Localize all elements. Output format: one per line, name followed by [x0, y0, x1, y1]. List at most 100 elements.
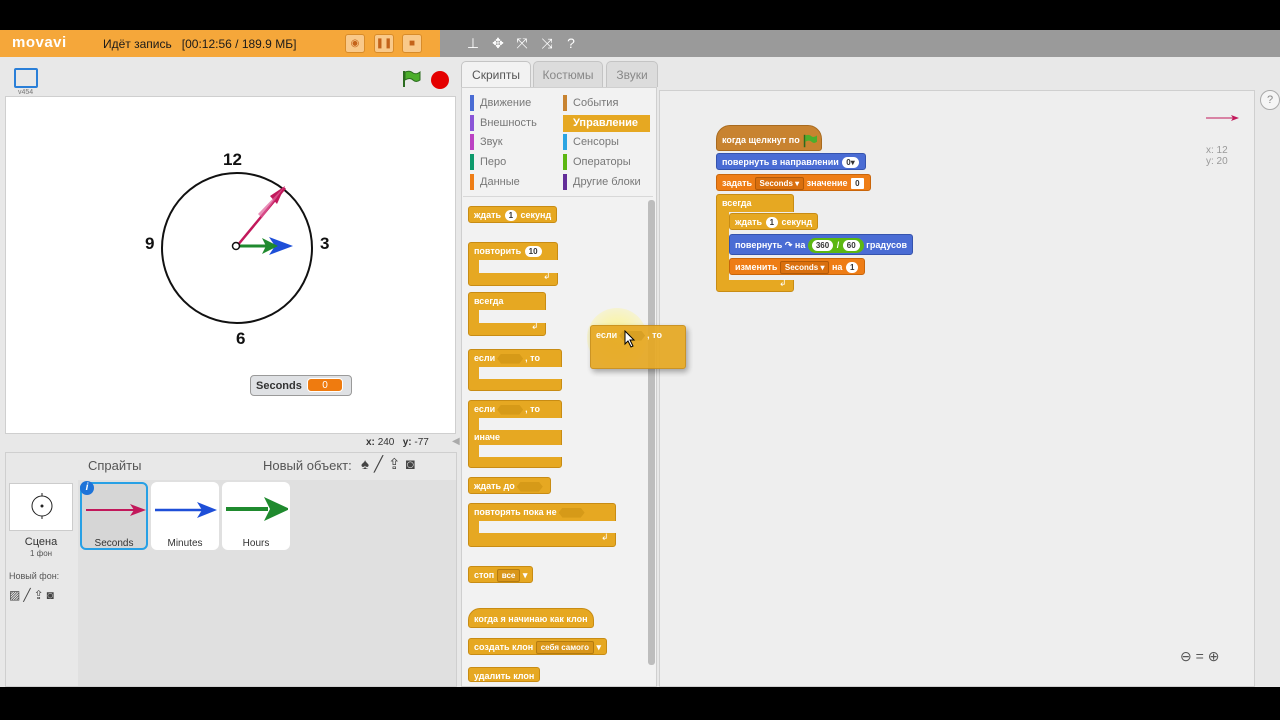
- block-forever[interactable]: всегда ↲: [468, 292, 546, 336]
- green-flag-icon[interactable]: [401, 70, 421, 88]
- clock-number-6: 6: [236, 329, 246, 348]
- category-operators[interactable]: Операторы: [563, 153, 631, 171]
- block-wait[interactable]: ждать 1 секунд: [468, 206, 558, 223]
- divide-operator[interactable]: 360 / 60: [807, 238, 864, 254]
- hours-arrow-icon: [226, 497, 288, 521]
- stop-sign-icon[interactable]: [431, 71, 449, 89]
- category-sound[interactable]: Звук: [470, 133, 503, 151]
- sprite-name: Minutes: [167, 538, 203, 549]
- clock-number-9: 9: [145, 234, 155, 253]
- zoom-out-icon[interactable]: ⊖: [1180, 648, 1192, 664]
- camera-icon: ◉: [350, 38, 360, 49]
- paint-sprite-icon[interactable]: ╱: [374, 456, 388, 473]
- grow-tool-icon[interactable]: ⤧: [513, 34, 531, 52]
- pause-button[interactable]: ❚❚: [374, 34, 394, 53]
- zoom-in-icon[interactable]: ⊕: [1208, 648, 1220, 664]
- category-more-blocks[interactable]: Другие блоки: [563, 173, 641, 191]
- clock-number-3: 3: [320, 234, 330, 253]
- sprite-name: Hours: [242, 538, 270, 549]
- green-flag-icon: [804, 134, 818, 147]
- loop-arrow-icon: ↲: [543, 271, 551, 281]
- new-backdrop-label: Новый фон:: [9, 571, 60, 581]
- clock-thumbnail-icon: [31, 493, 53, 519]
- block-point-in-direction[interactable]: повернуть в направлении 0▾: [716, 153, 866, 170]
- stage-header: [5, 62, 456, 96]
- block-create-clone[interactable]: создать клон себя самого ▾: [468, 638, 608, 655]
- scene-thumbnail[interactable]: [9, 483, 73, 531]
- upload-sprite-icon[interactable]: ⇪: [388, 456, 406, 473]
- category-motion[interactable]: Движение: [470, 94, 531, 112]
- block-repeat[interactable]: повторить 10 ↲: [468, 242, 558, 286]
- paint-backdrop-icon[interactable]: ╱: [23, 588, 33, 602]
- block-wait-script[interactable]: ждать 1 секунд: [729, 213, 819, 230]
- stop-record-button[interactable]: ■: [402, 34, 422, 53]
- fullscreen-icon[interactable]: [14, 68, 38, 88]
- mouse-coordinates: x: 240 y: -77: [366, 437, 429, 448]
- seconds-arrow-icon: [86, 504, 146, 516]
- category-pen[interactable]: Перо: [470, 153, 506, 171]
- mouse-cursor-icon: [624, 330, 636, 348]
- version-label: v454: [18, 89, 34, 96]
- category-sensing[interactable]: Сенсоры: [563, 133, 619, 151]
- block-set-variable[interactable]: задать Seconds ▾ значение 0: [716, 174, 871, 191]
- new-backdrop-tools: ▨╱⇪◙: [9, 588, 57, 602]
- backdrop-library-icon[interactable]: ▨: [9, 588, 23, 602]
- pause-icon: ❚❚: [375, 38, 393, 49]
- sprites-title: Спрайты: [88, 458, 142, 473]
- snapshot-button[interactable]: ◉: [345, 34, 365, 53]
- sprite-coordinates: x: 12 y: 20: [1206, 145, 1228, 167]
- help-tool-icon[interactable]: ?: [562, 34, 580, 52]
- tab-scripts[interactable]: Скрипты: [461, 61, 531, 87]
- block-change-variable[interactable]: изменить Seconds ▾ на 1: [729, 258, 866, 275]
- collapse-stage-icon[interactable]: ◀: [452, 436, 460, 447]
- loop-arrow-icon: ↲: [601, 532, 609, 542]
- block-repeat-until[interactable]: повторять пока не ↲: [468, 503, 616, 547]
- camera-backdrop-icon[interactable]: ◙: [47, 588, 57, 602]
- scene-label: Сцена: [24, 536, 58, 548]
- sprite-preview-icon: [1206, 115, 1239, 121]
- loop-arrow-icon: ↲: [779, 278, 787, 288]
- variable-monitor-value: 0: [307, 378, 343, 392]
- upload-backdrop-icon[interactable]: ⇪: [34, 588, 47, 602]
- camera-sprite-icon[interactable]: ◙: [406, 456, 420, 473]
- sprite-info-icon[interactable]: i: [80, 481, 94, 495]
- tab-costumes[interactable]: Костюмы: [533, 61, 603, 87]
- sprite-name: Seconds: [94, 538, 134, 549]
- loop-arrow-icon: ↲: [531, 321, 539, 331]
- palette-scrollbar[interactable]: [648, 200, 655, 665]
- movavi-logo: movavi: [12, 34, 67, 51]
- category-looks[interactable]: Внешность: [470, 114, 537, 132]
- help-icon[interactable]: ?: [1260, 90, 1280, 110]
- dragged-if-block[interactable]: если, то: [590, 325, 686, 369]
- block-turn-degrees[interactable]: повернуть ↷ на 360 / 60 градусов: [729, 234, 914, 255]
- sprite-thumb-minutes[interactable]: Minutes: [151, 482, 219, 550]
- bottom-letterbox: [0, 687, 1280, 720]
- stamp-tool-icon[interactable]: ⊥: [464, 34, 482, 52]
- category-events[interactable]: События: [563, 94, 618, 112]
- category-data[interactable]: Данные: [470, 173, 520, 191]
- clock-number-12: 12: [223, 150, 242, 169]
- shrink-tool-icon[interactable]: ⤨: [538, 34, 556, 52]
- block-stop[interactable]: стоп все ▾: [468, 566, 534, 583]
- scene-backdrop-count: 1 фон: [29, 549, 53, 558]
- block-when-clone[interactable]: когда я начинаю как клон: [468, 608, 594, 628]
- zoom-controls: ⊖ = ⊕: [1180, 648, 1219, 665]
- new-object-label: Новый объект:: [263, 458, 352, 473]
- variable-monitor-name: Seconds: [256, 380, 302, 392]
- palette-divider: [463, 196, 653, 197]
- category-control[interactable]: Управление: [563, 114, 638, 132]
- block-delete-clone[interactable]: удалить клон: [468, 667, 541, 682]
- block-when-flag-clicked[interactable]: когда щелкнут по: [716, 125, 823, 151]
- block-if-else[interactable]: если, то иначе: [468, 400, 562, 468]
- block-wait-until[interactable]: ждать до: [468, 477, 551, 494]
- stop-icon: ■: [408, 38, 416, 49]
- block-if-then[interactable]: если, то: [468, 349, 562, 391]
- sprite-thumb-hours[interactable]: Hours: [222, 482, 290, 550]
- clock-face: [161, 172, 313, 324]
- sprite-library-icon[interactable]: ♠: [361, 456, 374, 473]
- zoom-reset-icon[interactable]: =: [1196, 648, 1204, 664]
- tab-sounds[interactable]: Звуки: [606, 61, 658, 87]
- move-tool-icon[interactable]: ✥: [489, 34, 507, 52]
- new-sprite-tools: ♠╱⇪◙: [361, 455, 420, 473]
- minutes-arrow-icon: [155, 502, 217, 518]
